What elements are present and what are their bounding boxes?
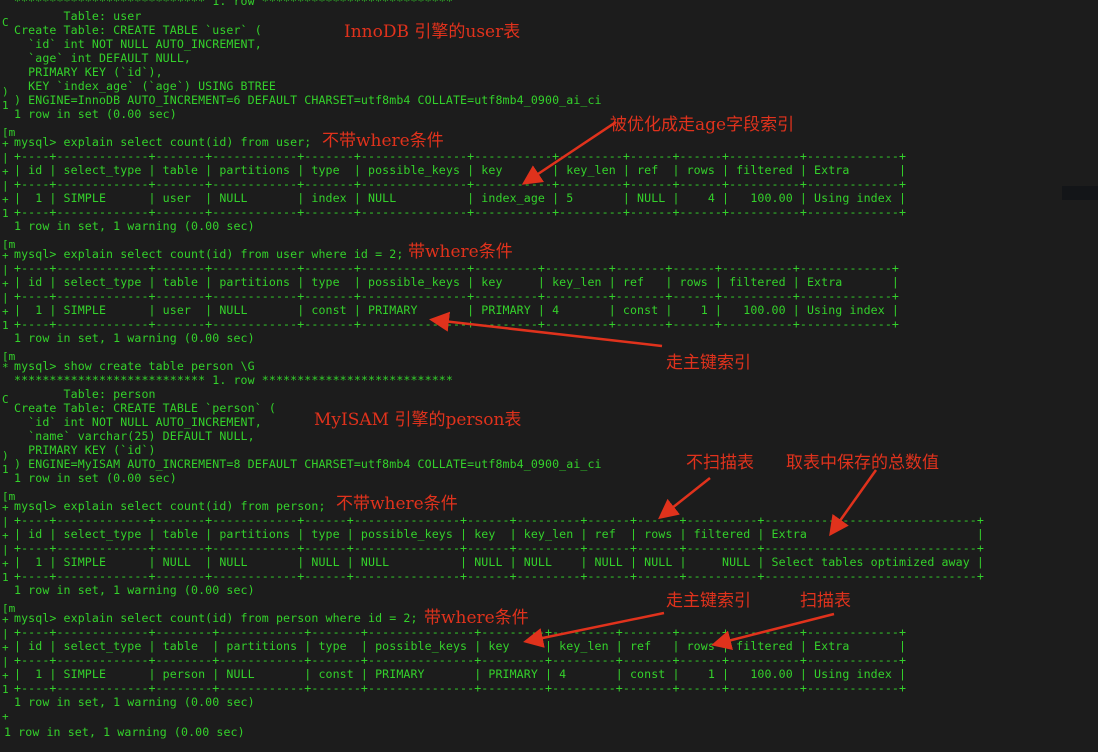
annotation-myisam-person: MyISAM 引擎的person表 — [314, 410, 522, 430]
create-table-line: Create Table: CREATE TABLE `user` ( — [14, 23, 262, 37]
annotation-no-where-2: 不带where条件 — [336, 494, 458, 514]
column-def-id: `id` int NOT NULL AUTO_INCREMENT, — [14, 37, 262, 51]
gutter-one: 1 — [2, 683, 9, 696]
column-def-name: `name` varchar(25) DEFAULT NULL, — [14, 429, 255, 443]
gutter-bar: | — [2, 179, 9, 192]
engine-line: ) ENGINE=InnoDB AUTO_INCREMENT=6 DEFAULT… — [14, 93, 602, 107]
table-border: +----+-------------+-------+------------… — [14, 289, 900, 303]
gutter-c: C — [2, 393, 9, 406]
gutter-one: 1 — [2, 319, 9, 332]
gutter-plus: + — [2, 277, 9, 290]
table-name-line: Table: user — [14, 9, 142, 23]
gutter-plus: + — [2, 501, 9, 514]
command-prompt: mysql> explain select count(id) from per… — [14, 499, 326, 513]
table-row: | 1 | SIMPLE | user | NULL | index | NUL… — [14, 191, 907, 205]
gutter-bar: | — [2, 515, 9, 528]
table-border: +----+-------------+--------+-----------… — [14, 653, 907, 667]
table-border: +----+-------------+-------+------------… — [14, 541, 984, 555]
column-def-age: `age` int DEFAULT NULL, — [14, 51, 192, 65]
gutter-one: 1 — [2, 571, 9, 584]
background-window-fragment — [1062, 186, 1098, 200]
engine-line: ) ENGINE=MyISAM AUTO_INCREMENT=8 DEFAULT… — [14, 457, 602, 471]
table-border: +----+-------------+-------+------------… — [14, 261, 900, 275]
annotation-scan-table: 扫描表 — [800, 591, 851, 611]
table-row: | 1 | SIMPLE | person | NULL | const | P… — [14, 667, 907, 681]
annotation-optimized-age-index: 被优化成走age字段索引 — [610, 115, 795, 135]
table-row: | 1 | SIMPLE | NULL | NULL | NULL | NULL… — [14, 555, 984, 569]
table-border: +----+-------------+-------+------------… — [14, 569, 984, 583]
gutter-bar: | — [2, 627, 9, 640]
gutter-bar: | — [2, 543, 9, 556]
result-line: 1 row in set, 1 warning (0.00 sec) — [14, 695, 255, 709]
gutter-plus: + — [2, 529, 9, 542]
result-line: 1 row in set (0.00 sec) — [14, 107, 177, 121]
result-line: 1 row in set, 1 warning (0.00 sec) — [14, 219, 255, 233]
arrow-icon — [658, 477, 711, 520]
gutter-bar: | — [2, 655, 9, 668]
gutter-plus: + — [2, 165, 9, 178]
table-header-row: | id | select_type | table | partitions … — [14, 275, 900, 289]
primary-key-def: PRIMARY KEY (`id`), — [14, 65, 163, 79]
gutter-plus: + — [2, 557, 9, 570]
gutter-one: 1 — [2, 99, 9, 112]
result-line: 1 row in set, 1 warning (0.00 sec) — [14, 583, 255, 597]
annotation-innodb-user: InnoDB 引擎的user表 — [344, 22, 521, 42]
gutter-bar: | — [2, 291, 9, 304]
table-border: +----+-------------+-------+------------… — [14, 205, 907, 219]
gutter-plus: + — [2, 305, 9, 318]
annotation-with-where-1: 带where条件 — [408, 242, 513, 262]
table-border: +----+-------------+--------+-----------… — [14, 681, 907, 695]
column-def-id: `id` int NOT NULL AUTO_INCREMENT, — [14, 415, 262, 429]
gutter-plus: + — [2, 669, 9, 682]
gutter-plus: + — [2, 710, 9, 723]
terminal-window[interactable]: C ) 1 *************************** 1. row… — [0, 0, 1098, 752]
gutter-plus: + — [2, 137, 9, 150]
gutter-plus: + — [2, 193, 9, 206]
command-prompt: mysql> show create table person \G — [14, 359, 255, 373]
gutter-bar: | — [2, 263, 9, 276]
annotation-no-scan: 不扫描表 — [686, 453, 754, 473]
gutter-star: * — [2, 361, 9, 374]
table-header-row: | id | select_type | table | partitions … — [14, 639, 907, 653]
gutter-one: 1 — [2, 207, 9, 220]
gutter-paren: ) — [2, 85, 9, 98]
gutter-plus: + — [2, 641, 9, 654]
annotation-no-where-1: 不带where条件 — [322, 131, 444, 151]
table-header-row: | id | select_type | table | partitions … — [14, 527, 984, 541]
index-key-def: KEY `index_age` (`age`) USING BTREE — [14, 79, 276, 93]
table-border: +----+-------------+-------+------------… — [14, 317, 900, 331]
annotation-primary-key-1: 走主键索引 — [666, 353, 751, 373]
gutter-one: 1 — [2, 463, 9, 476]
row-banner: *************************** 1. row *****… — [14, 0, 453, 8]
gutter-paren: ) — [2, 449, 9, 462]
table-border: +----+-------------+-------+------------… — [14, 177, 907, 191]
table-border: +----+-------------+-------+------------… — [14, 513, 984, 527]
row-banner: *************************** 1. row *****… — [14, 373, 453, 387]
result-line: 1 row in set (0.00 sec) — [14, 471, 177, 485]
result-line: 1 row in set, 1 warning (0.00 sec) — [14, 331, 255, 345]
primary-key-def: PRIMARY KEY (`id`) — [14, 443, 156, 457]
table-name-line: Table: person — [14, 387, 156, 401]
command-prompt: mysql> explain select count(id) from use… — [14, 247, 404, 261]
gutter-c: C — [2, 16, 9, 29]
annotation-primary-key-2: 走主键索引 — [666, 591, 751, 611]
gutter-bar: | — [2, 151, 9, 164]
table-border: +----+-------------+-------+------------… — [14, 149, 907, 163]
gutter-plus: + — [2, 613, 9, 626]
result-line: 1 row in set, 1 warning (0.00 sec) — [4, 725, 245, 739]
gutter-plus: + — [2, 249, 9, 262]
annotation-with-where-2: 带where条件 — [424, 608, 529, 628]
create-table-line: Create Table: CREATE TABLE `person` ( — [14, 401, 276, 415]
command-prompt: mysql> explain select count(id) from per… — [14, 611, 418, 625]
table-row: | 1 | SIMPLE | user | NULL | const | PRI… — [14, 303, 900, 317]
table-header-row: | id | select_type | table | partitions … — [14, 163, 907, 177]
command-prompt: mysql> explain select count(id) from use… — [14, 135, 312, 149]
annotation-stored-count: 取表中保存的总数值 — [786, 453, 939, 473]
